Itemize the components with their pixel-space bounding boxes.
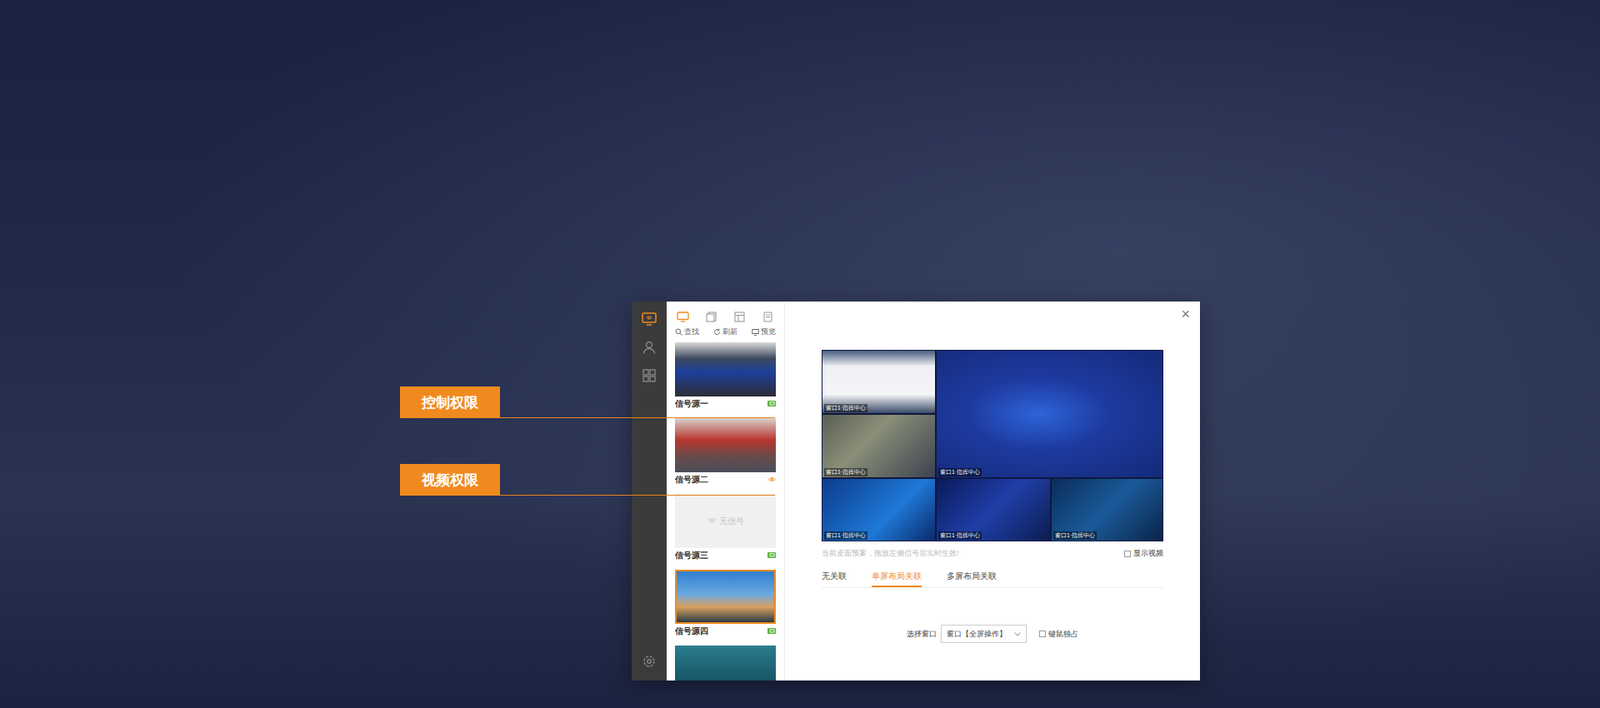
relation-tab[interactable]: 单屏布局关联 [871,570,922,588]
source-label: 信号源三 [675,550,709,562]
hint-text: 当前桌面预案，拖放左侧信号后实时生效! [821,548,960,560]
control-icon [769,629,775,634]
source-tab[interactable] [675,310,690,324]
window-caption: 窗口1·指挥中心 [1053,531,1097,540]
source-thumbnail[interactable]: 无信号 [675,494,776,549]
exclusive-checkbox[interactable]: 键鼠独占 [1039,629,1079,640]
preview-window[interactable]: 窗口1·指挥中心 [935,350,1164,479]
window-caption: 窗口1·指挥中心 [824,404,868,413]
layout-icon [734,311,745,323]
search-icon [675,328,683,336]
relation-tab[interactable]: 无关联 [821,570,847,588]
show-video-checkbox[interactable]: 显示视频 [1124,548,1164,560]
source-tabs [675,301,776,327]
permission-badge [767,476,776,483]
callout-line [500,495,775,496]
source-thumbnail[interactable] [675,418,776,473]
source-item[interactable] [675,645,776,681]
no-signal-icon [707,517,717,525]
close-button[interactable]: × [1180,306,1190,322]
signal-monitor-icon [641,312,657,326]
device-icon [763,311,773,323]
gear-icon [642,655,656,669]
source-panel: 查找 刷新 预览信号源一信号源二无信号信号源三信号源四 [666,301,785,681]
preview-window[interactable]: 窗口1·指挥中心 [935,478,1051,542]
sidebar-item[interactable] [639,338,660,357]
preview-window[interactable]: 窗口1·指挥中心 [821,414,936,479]
toolbar-button[interactable]: 刷新 [713,326,738,338]
refresh-icon [713,328,721,336]
preview-window[interactable]: 窗口1·指挥中心 [821,478,936,542]
checkbox-box[interactable] [1039,630,1046,638]
source-label: 信号源二 [675,474,709,486]
source-label: 信号源一 [675,398,709,410]
background: 控制权限视频权限 查找 刷新 预览信号源一信号源二无信号信号源三信号源四 × 窗口1·指挥… [0,0,1600,708]
permission-badge [767,552,776,559]
source-item[interactable]: 信号源一 [675,342,776,411]
source-item[interactable]: 信号源四 [675,570,776,639]
source-label: 信号源四 [675,625,709,638]
permission-badge [767,400,776,407]
eye-icon [768,476,776,483]
sidebar [631,301,667,681]
chevron-down-icon [1014,632,1021,637]
toolbar-button[interactable]: 预览 [751,326,776,338]
toolbar-button[interactable]: 查找 [675,326,700,338]
wall-preview[interactable]: 窗口1·指挥中心窗口1·指挥中心窗口1·指挥中心窗口1·指挥中心窗口1·指挥中心… [821,350,1164,542]
source-thumbnail[interactable] [675,645,776,681]
source-tab[interactable] [732,310,748,324]
relation-tabs: 无关联 单屏布局关联 多屏布局关联 [821,570,1164,589]
source-toolbar: 查找 刷新 预览 [675,326,776,343]
sidebar-item[interactable] [639,310,660,329]
preview-icon [751,328,760,336]
source-item[interactable]: 信号源二 [675,418,776,487]
source-thumbnail[interactable] [675,570,776,625]
control-icon [769,553,775,558]
window-caption: 窗口1·指挥中心 [938,531,982,540]
preview-window[interactable]: 窗口1·指挥中心 [1050,478,1164,542]
source-list: 信号源一信号源二无信号信号源三信号源四 [675,342,776,681]
app-window: 查找刷新预览信号源一信号源二无信号信号源三信号源四×窗口1·指挥中心窗口1·指挥… [631,301,1200,681]
callout-label: 控制权限 [400,386,500,419]
source-item[interactable]: 无信号信号源三 [675,494,776,563]
window-select-label: 选择窗口 [906,629,937,640]
source-thumbnail[interactable] [675,342,776,397]
checkbox-box[interactable] [1124,550,1131,558]
window-select[interactable]: 窗口【全屏操作】 [940,625,1027,644]
callout-label: 视频权限 [400,464,500,496]
main-area: ×窗口1·指挥中心窗口1·指挥中心窗口1·指挥中心窗口1·指挥中心窗口1·指挥中… [785,301,1200,681]
permission-badge [767,628,776,635]
grid-icon [642,369,656,383]
document-icon [705,311,717,323]
control-icon [769,401,775,406]
window-caption: 窗口1·指挥中心 [824,531,868,540]
source-tab[interactable] [760,310,776,324]
window-caption: 窗口1·指挥中心 [938,468,982,477]
callout: 控制权限 [400,386,775,419]
relation-tab[interactable]: 多屏布局关联 [946,570,997,588]
source-tab[interactable] [703,310,719,324]
sidebar-item[interactable] [639,366,660,385]
callout: 视频权限 [400,464,775,496]
window-caption: 窗口1·指挥中心 [824,468,868,477]
user-icon [642,340,656,355]
preview-window[interactable]: 窗口1·指挥中心 [821,350,936,415]
settings-button[interactable] [639,652,660,671]
callout-line [500,417,775,419]
monitor-icon [676,311,690,323]
